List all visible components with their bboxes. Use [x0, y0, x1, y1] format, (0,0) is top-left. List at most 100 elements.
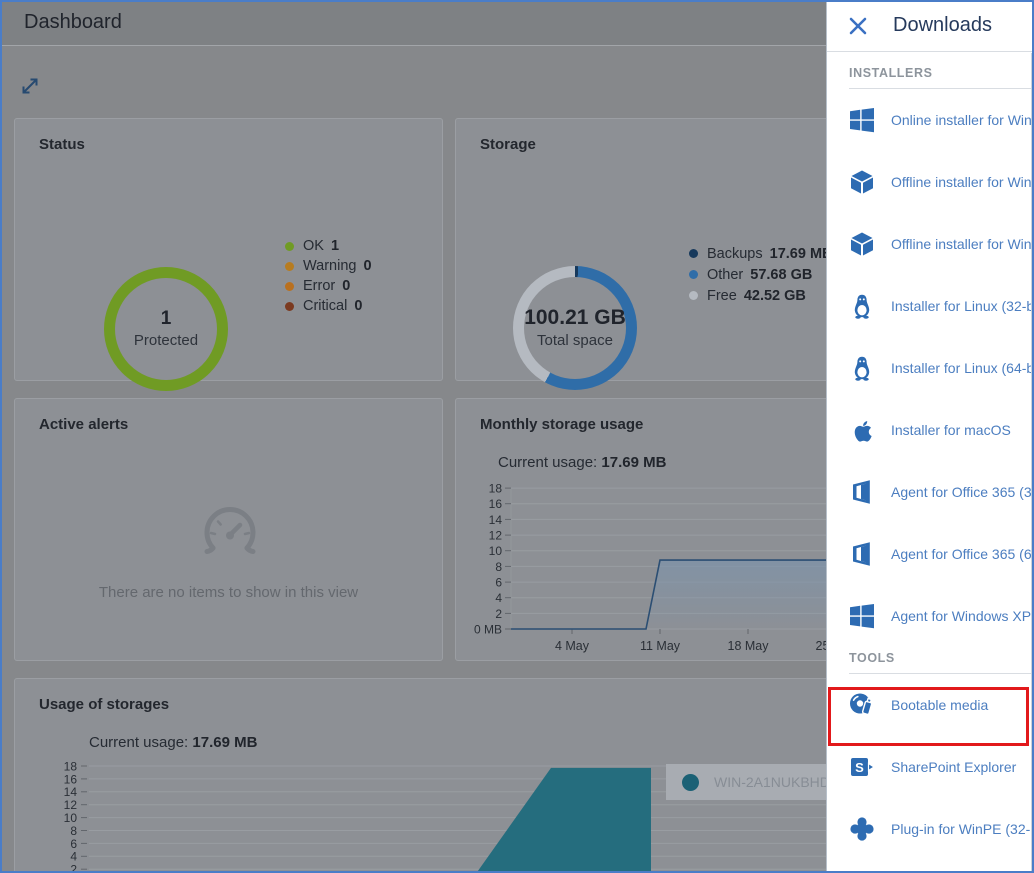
page-header: Dashboard — [0, 0, 826, 46]
empty-view-message: There are no items to show in this view — [15, 584, 442, 601]
storages-current-usage: Current usage: 17.69 MB — [89, 734, 257, 751]
legend-row-backups: Backups 17.69 MB — [689, 243, 833, 264]
download-item-linux-64[interactable]: Installer for Linux (64-bit) — [827, 337, 1034, 399]
protected-count: 1 — [161, 307, 172, 331]
svg-text:4: 4 — [70, 850, 77, 864]
svg-text:2: 2 — [495, 607, 502, 621]
free-dot — [689, 291, 698, 300]
series-dot — [682, 774, 699, 791]
legend-row-free: Free 42.52 GB — [689, 285, 833, 306]
status-card-title: Status — [39, 136, 85, 153]
download-item-online-installer-windows[interactable]: Online installer for Windows — [827, 89, 1034, 151]
protected-label: Protected — [134, 331, 198, 351]
download-item-offline-installer-windows-2[interactable]: Offline installer for Windows — [827, 213, 1034, 275]
active-alerts-card: Active alerts There are no items to show… — [14, 398, 443, 661]
legend-row-critical: Critical 0 — [285, 296, 372, 316]
screenshot-root: Dashboard Status 1 Protected — [0, 0, 1034, 873]
office-icon — [849, 479, 875, 505]
svg-text:11 May: 11 May — [640, 639, 681, 653]
usage-of-storages-card: Usage of storages Current usage: 17.69 M… — [14, 678, 961, 873]
gauge-icon — [198, 504, 262, 564]
svg-text:4 May: 4 May — [555, 639, 590, 653]
active-alerts-title: Active alerts — [39, 416, 128, 433]
warning-dot — [285, 262, 294, 271]
installers-section-label: INSTALLERS — [849, 66, 1034, 89]
close-icon[interactable] — [847, 15, 869, 37]
page-title: Dashboard — [24, 11, 122, 34]
download-item-office365-64[interactable]: Agent for Office 365 (64-bit) — [827, 523, 1034, 585]
windows-icon — [849, 107, 875, 133]
puzzle-icon — [849, 816, 875, 842]
total-space-label: Total space — [537, 331, 613, 351]
sharepoint-icon: S — [849, 754, 875, 780]
status-legend: OK 1 Warning 0 Error 0 Critical 0 — [285, 236, 372, 316]
status-card: Status 1 Protected OK 1 Warning 0 — [14, 118, 443, 381]
apple-icon — [849, 417, 875, 443]
legend-row-ok: OK 1 — [285, 236, 372, 256]
download-item-windows-xp[interactable]: Agent for Windows XP — [827, 585, 1034, 647]
download-item-macos[interactable]: Installer for macOS — [827, 399, 1034, 461]
svg-text:2: 2 — [70, 863, 77, 873]
linux-icon — [849, 355, 875, 381]
svg-text:18: 18 — [489, 482, 503, 496]
svg-text:0 MB: 0 MB — [474, 623, 502, 637]
tools-section-label: TOOLS — [849, 651, 1034, 674]
cube-icon — [849, 169, 875, 195]
main-region: Dashboard Status 1 Protected — [0, 0, 826, 873]
svg-text:4: 4 — [495, 591, 502, 605]
svg-text:14: 14 — [489, 513, 503, 527]
svg-text:12: 12 — [489, 529, 503, 543]
download-item-winpe-plugin[interactable]: Plug-in for WinPE (32-bit) — [827, 798, 1034, 860]
downloads-panel: Downloads INSTALLERS Online installer fo… — [826, 0, 1034, 873]
critical-dot — [285, 302, 294, 311]
download-item-linux-32[interactable]: Installer for Linux (32-bit) — [827, 275, 1034, 337]
svg-text:10: 10 — [489, 544, 503, 558]
legend-row-warning: Warning 0 — [285, 256, 372, 276]
monthly-area-fill — [511, 560, 876, 629]
svg-text:6: 6 — [70, 837, 77, 851]
svg-text:6: 6 — [495, 576, 502, 590]
usage-of-storages-title: Usage of storages — [39, 696, 169, 713]
storage-card: Storage 100.21 GB Total space Backups 17… — [455, 118, 876, 381]
ok-dot — [285, 242, 294, 251]
svg-text:16: 16 — [64, 772, 78, 786]
status-donut: 1 Protected — [104, 267, 228, 391]
svg-text:8: 8 — [495, 560, 502, 574]
storage-legend: Backups 17.69 MB Other 57.68 GB Free 42.… — [689, 243, 833, 306]
storage-card-title: Storage — [480, 136, 536, 153]
monthly-usage-title: Monthly storage usage — [480, 416, 643, 433]
download-item-office365-32[interactable]: Agent for Office 365 (32-bit) — [827, 461, 1034, 523]
windows-icon — [849, 603, 875, 629]
svg-text:12: 12 — [64, 798, 78, 812]
linux-icon — [849, 293, 875, 319]
error-dot — [285, 282, 294, 291]
download-item-sharepoint-explorer[interactable]: S SharePoint Explorer — [827, 736, 1034, 798]
other-dot — [689, 270, 698, 279]
svg-text:S: S — [855, 760, 864, 775]
svg-text:18 May: 18 May — [728, 639, 770, 653]
expand-arrows-icon[interactable] — [20, 76, 40, 96]
cube-icon — [849, 231, 875, 257]
svg-text:14: 14 — [64, 785, 78, 799]
downloads-panel-header: Downloads — [827, 0, 1034, 52]
series-name: WIN-2A1NUKBHD — [714, 774, 830, 790]
svg-text:8: 8 — [70, 824, 77, 838]
office-icon — [849, 541, 875, 567]
monthly-current-usage: Current usage: 17.69 MB — [498, 454, 666, 471]
downloads-title: Downloads — [893, 14, 992, 37]
legend-row-error: Error 0 — [285, 276, 372, 296]
legend-row-other: Other 57.68 GB — [689, 264, 833, 285]
svg-text:10: 10 — [64, 811, 78, 825]
svg-text:16: 16 — [489, 497, 503, 511]
monthly-usage-chart: 18 16 14 12 10 8 6 4 2 0 MB 4 May 11 May… — [456, 477, 876, 661]
panel-scrollbar[interactable] — [1031, 53, 1033, 873]
download-item-offline-installer-windows-1[interactable]: Offline installer for Windows — [827, 151, 1034, 213]
svg-text:18: 18 — [64, 759, 78, 773]
download-item-bootable-media[interactable]: Bootable media — [827, 674, 1034, 736]
total-space-value: 100.21 GB — [524, 305, 626, 331]
bootable-media-icon — [849, 692, 875, 718]
monthly-usage-card: Monthly storage usage Current usage: 17.… — [455, 398, 876, 661]
storage-usage-area — [470, 768, 651, 873]
backups-dot — [689, 249, 698, 258]
storage-donut: 100.21 GB Total space — [513, 266, 637, 390]
